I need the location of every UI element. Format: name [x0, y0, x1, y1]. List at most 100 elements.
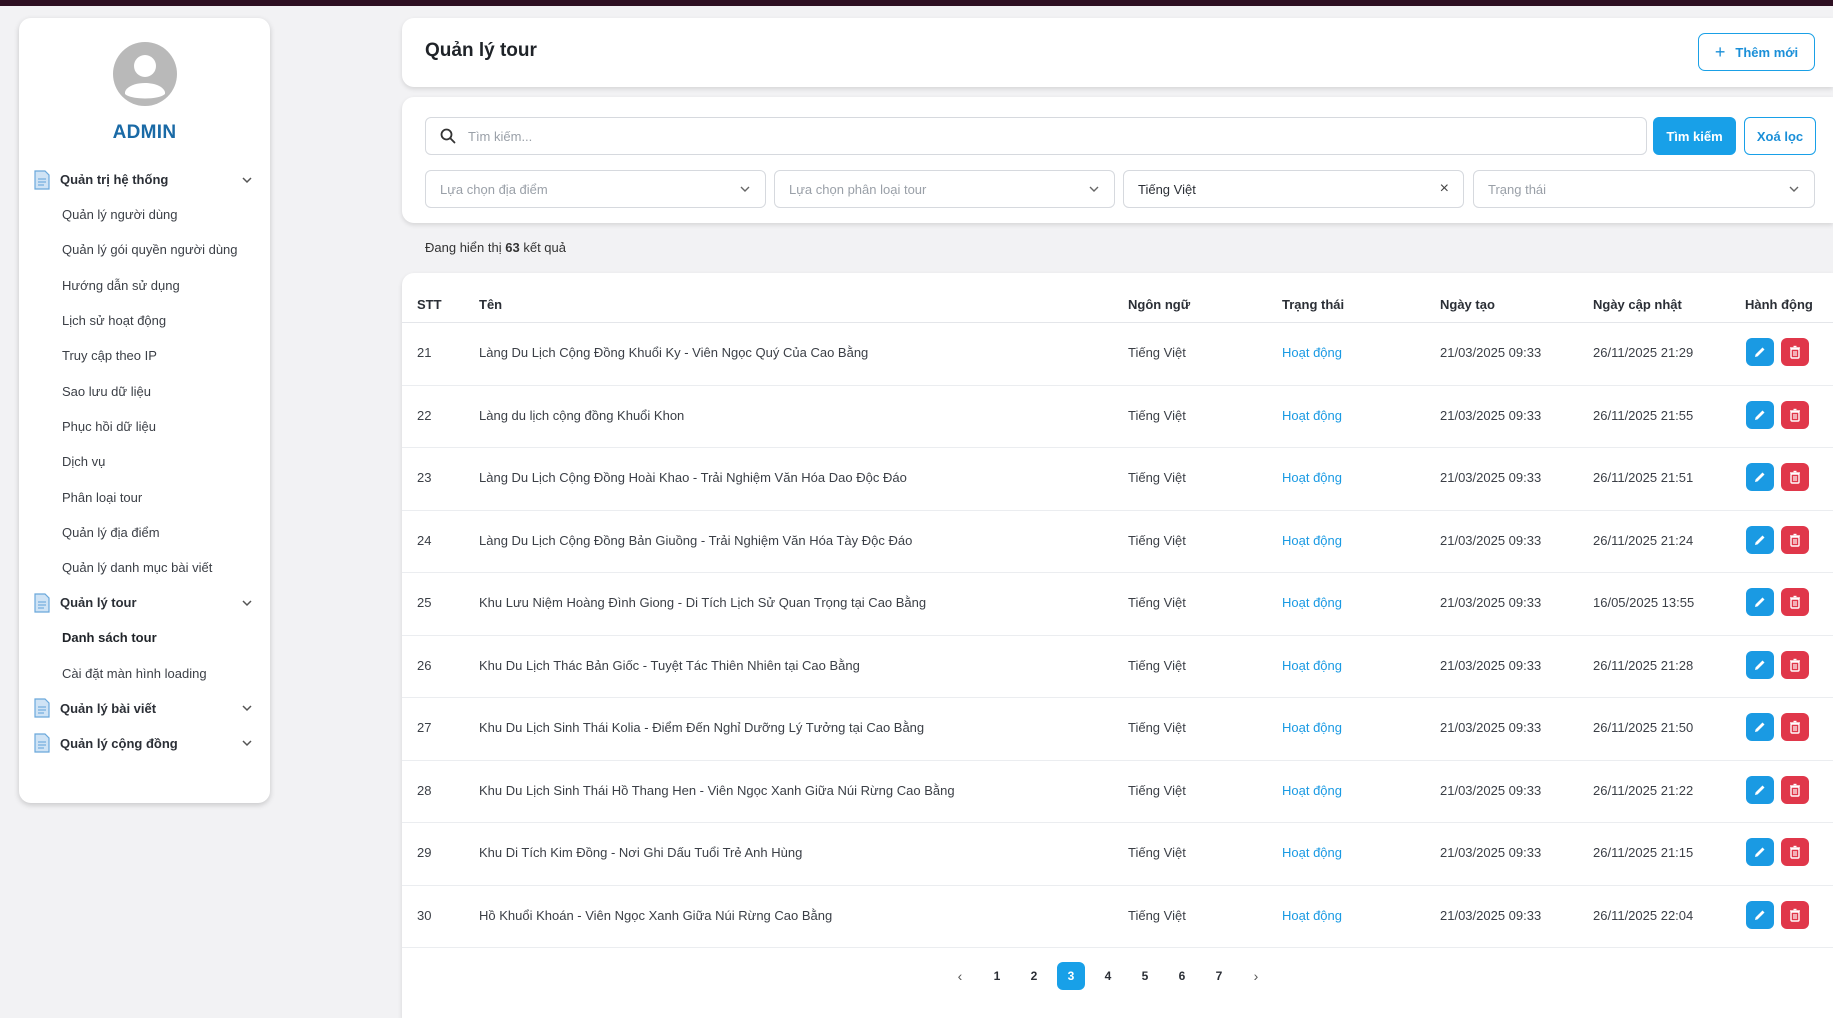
page-button[interactable]: 7: [1205, 962, 1233, 990]
col-status: Trạng thái: [1282, 297, 1345, 312]
table-row[interactable]: 30 Hồ Khuổi Khoán - Viên Ngọc Xanh Giữa N…: [402, 886, 1833, 948]
cell-stt: 21: [417, 345, 432, 360]
pagination: ‹ 1 2 3 4 5 6 7 ›: [946, 962, 1279, 990]
delete-button[interactable]: [1781, 900, 1809, 929]
cell-updated: 26/11/2025 21:51: [1593, 470, 1694, 485]
sidebar-item[interactable]: Hướng dẫn sử dụng: [19, 268, 270, 303]
status-badge: Hoạt động: [1282, 720, 1342, 735]
sidebar-group[interactable]: Quản lý cộng đồng: [19, 726, 270, 761]
edit-button[interactable]: [1746, 588, 1774, 616]
edit-button[interactable]: [1746, 838, 1774, 866]
sidebar-group-label: Quản lý tour: [60, 595, 137, 611]
table-row[interactable]: 27 Khu Du Lịch Sinh Thái Kolia - Điểm Đến…: [402, 698, 1833, 761]
cell-updated: 26/11/2025 21:50: [1593, 720, 1694, 735]
sidebar-item[interactable]: Phân loại tour: [19, 479, 270, 514]
sidebar-item[interactable]: Quản lý danh mục bài viết: [19, 550, 270, 585]
page-button[interactable]: 6: [1168, 962, 1196, 990]
edit-button[interactable]: [1746, 900, 1774, 929]
trash-icon: [1788, 908, 1802, 922]
sidebar-menu: Quản trị hệ thống Quản lý người dùng Quản …: [19, 162, 270, 761]
sidebar-item[interactable]: Quản lý gói quyền người dùng: [19, 232, 270, 267]
page-button[interactable]: 1: [983, 962, 1011, 990]
prev-page-button[interactable]: ‹: [946, 962, 974, 990]
sidebar-group[interactable]: Quản trị hệ thống: [19, 162, 270, 197]
cell-language: Tiếng Việt: [1128, 470, 1186, 485]
chevron-down-icon: [240, 173, 254, 187]
cell-stt: 23: [417, 470, 432, 485]
status-select[interactable]: Trạng thái: [1473, 170, 1815, 208]
table-row[interactable]: 21 Làng Du Lịch Cộng Đồng Khuổi Ky - Viên…: [402, 323, 1833, 386]
edit-button[interactable]: [1746, 400, 1774, 429]
cell-created: 21/03/2025 09:33: [1440, 470, 1542, 485]
status-badge: Hoạt động: [1282, 845, 1342, 860]
delete-button[interactable]: [1781, 713, 1809, 741]
table-row[interactable]: 24 Làng Du Lịch Cộng Đồng Bản Giuồng - Tr…: [402, 511, 1833, 573]
delete-button[interactable]: [1781, 338, 1809, 366]
cell-name: Hồ Khuổi Khoán - Viên Ngọc Xanh Giữa Núi…: [479, 907, 833, 923]
edit-button[interactable]: [1746, 713, 1774, 741]
cell-name: Làng Du Lịch Cộng Đồng Khuổi Ky - Viên N…: [479, 345, 869, 360]
sidebar-item[interactable]: Truy cập theo IP: [19, 338, 270, 373]
trash-icon: [1788, 533, 1802, 547]
table-row[interactable]: 26 Khu Du Lịch Thác Bản Giốc - Tuyệt Tác …: [402, 636, 1833, 698]
table-row[interactable]: 25 Khu Lưu Niệm Hoàng Đình Giong - Di Tíc…: [402, 573, 1833, 636]
table-row[interactable]: 23 Làng Du Lịch Cộng Đồng Hoài Khao - Trả…: [402, 448, 1833, 511]
search-button[interactable]: Tìm kiếm: [1653, 117, 1736, 155]
delete-button[interactable]: [1781, 588, 1809, 616]
sidebar-group[interactable]: Quản lý tour: [19, 585, 270, 620]
cell-stt: 25: [417, 595, 432, 610]
page-button[interactable]: 3: [1057, 962, 1085, 990]
document-icon: [33, 698, 51, 718]
delete-button[interactable]: [1781, 525, 1809, 554]
delete-button[interactable]: [1781, 400, 1809, 429]
cell-name: Khu Du Lịch Sinh Thái Hồ Thang Hen - Viê…: [479, 782, 955, 798]
sidebar-item[interactable]: Danh sách tour: [19, 620, 270, 655]
delete-button[interactable]: [1781, 463, 1809, 491]
sidebar: ADMIN Quản trị hệ thống Quản lý người dùn…: [19, 18, 270, 803]
cell-updated: 26/11/2025 21:22: [1593, 782, 1694, 798]
sidebar-item[interactable]: Phục hồi dữ liệu: [19, 409, 270, 444]
edit-button[interactable]: [1746, 650, 1774, 679]
cell-created: 21/03/2025 09:33: [1440, 907, 1542, 923]
next-page-button[interactable]: ›: [1242, 962, 1270, 990]
clear-filter-button[interactable]: Xoá lọc: [1744, 117, 1816, 155]
edit-button[interactable]: [1746, 338, 1774, 366]
table-row[interactable]: 22 Làng du lịch cộng đồng Khuổi Khon Tiếng…: [402, 386, 1833, 448]
chevron-down-icon: [1789, 186, 1799, 192]
category-select[interactable]: Lựa chọn phân loại tour: [774, 170, 1115, 208]
page-button[interactable]: 4: [1094, 962, 1122, 990]
sidebar-item[interactable]: Cài đặt màn hình loading: [19, 656, 270, 691]
sidebar-item[interactable]: Quản lý địa điểm: [19, 515, 270, 550]
table-row[interactable]: 29 Khu Di Tích Kim Đồng - Nơi Ghi Dấu Tuổ…: [402, 823, 1833, 886]
search-input[interactable]: [468, 128, 1646, 144]
language-select[interactable]: Tiếng Việt ×: [1123, 170, 1464, 208]
sidebar-item[interactable]: Sao lưu dữ liệu: [19, 373, 270, 408]
pencil-icon: [1753, 658, 1767, 672]
page-button[interactable]: 2: [1020, 962, 1048, 990]
cell-stt: 30: [417, 907, 432, 923]
pencil-icon: [1753, 908, 1767, 922]
sidebar-item[interactable]: Lịch sử hoạt động: [19, 303, 270, 338]
cell-created: 21/03/2025 09:33: [1440, 532, 1542, 548]
sidebar-item[interactable]: Quản lý người dùng: [19, 197, 270, 232]
delete-button[interactable]: [1781, 775, 1809, 804]
add-new-label: Thêm mới: [1735, 44, 1799, 60]
delete-button[interactable]: [1781, 650, 1809, 679]
location-select[interactable]: Lựa chọn địa điểm: [425, 170, 766, 208]
user-name: ADMIN: [112, 122, 177, 143]
table-row[interactable]: 28 Khu Du Lịch Sinh Thái Hồ Thang Hen - V…: [402, 761, 1833, 823]
delete-button[interactable]: [1781, 838, 1809, 866]
cell-created: 21/03/2025 09:33: [1440, 407, 1542, 423]
result-count: Đang hiển thị 63 kết quả: [425, 240, 566, 255]
sidebar-item[interactable]: Dịch vụ: [19, 444, 270, 479]
document-icon: [33, 169, 51, 190]
sidebar-group[interactable]: Quản lý bài viết: [19, 691, 270, 726]
edit-button[interactable]: [1746, 463, 1774, 491]
edit-button[interactable]: [1746, 775, 1774, 804]
edit-button[interactable]: [1746, 525, 1774, 554]
add-new-button[interactable]: + Thêm mới: [1698, 33, 1815, 71]
avatar-icon[interactable]: [112, 42, 177, 106]
cell-created: 21/03/2025 09:33: [1440, 845, 1542, 860]
close-icon[interactable]: ×: [1440, 180, 1449, 198]
page-button[interactable]: 5: [1131, 962, 1159, 990]
